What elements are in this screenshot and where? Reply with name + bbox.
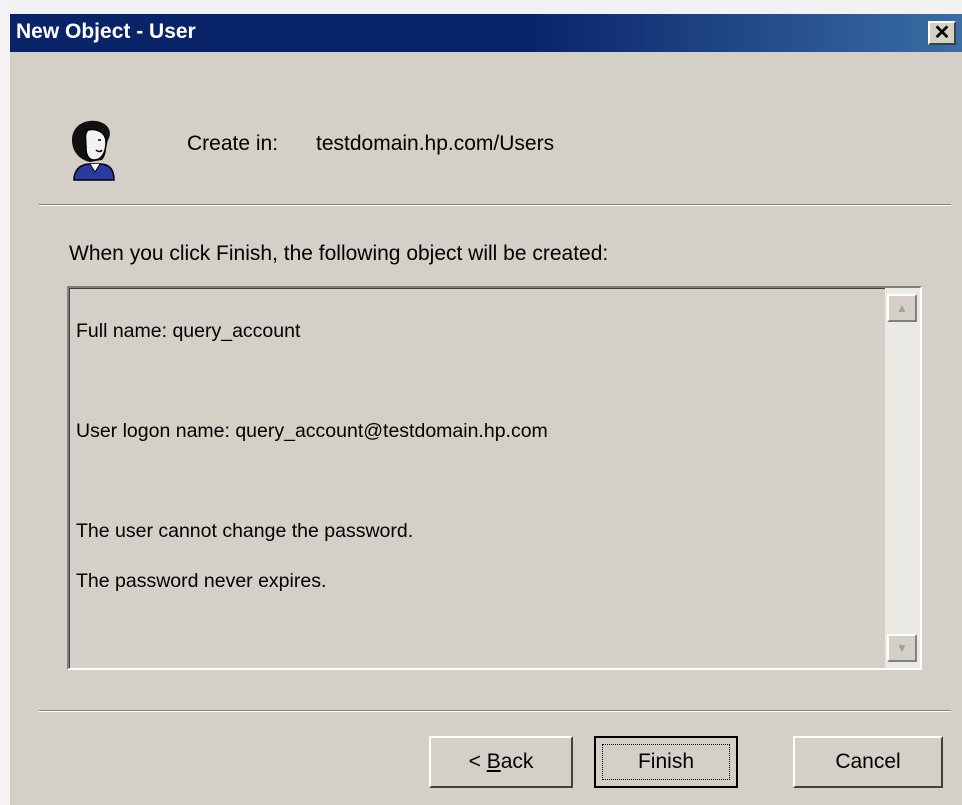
new-object-user-dialog: New Object - User ✕ Create in: testdomai… xyxy=(10,14,962,805)
cancel-button[interactable]: Cancel xyxy=(793,736,943,788)
desktop-top-edge xyxy=(10,0,962,14)
finish-button[interactable]: Finish xyxy=(594,736,738,788)
title-bar[interactable]: New Object - User ✕ xyxy=(10,14,962,52)
user-icon xyxy=(72,120,115,181)
summary-logon-name: User logon name: query_account@testdomai… xyxy=(76,420,548,442)
summary-full-name: Full name: query_account xyxy=(76,320,301,342)
scroll-up-arrow-icon: ▲ xyxy=(896,301,908,315)
summary-spacer xyxy=(76,369,866,394)
cancel-button-label: Cancel xyxy=(835,750,901,773)
back-button-label: ack xyxy=(500,750,534,773)
summary-spacer xyxy=(76,469,866,494)
scroll-up-button[interactable]: ▲ xyxy=(887,294,917,322)
create-in-label: Create in: xyxy=(187,132,279,155)
summary-textbox[interactable]: Full name: query_account User logon name… xyxy=(67,286,922,670)
vertical-scrollbar[interactable]: ▲ ▼ xyxy=(885,288,920,668)
close-icon: ✕ xyxy=(933,22,951,44)
create-in-path: testdomain.hp.com/Users xyxy=(316,132,555,155)
window-title: New Object - User xyxy=(16,20,196,43)
back-button[interactable]: < Back xyxy=(429,736,573,788)
back-button-prefix: < xyxy=(468,750,487,773)
close-button[interactable]: ✕ xyxy=(928,21,956,45)
scroll-down-arrow-icon: ▼ xyxy=(896,641,908,655)
summary-content: Full name: query_account User logon name… xyxy=(76,294,866,619)
header-separator xyxy=(39,204,951,206)
summary-password-expiry: The password never expires. xyxy=(76,570,327,592)
finish-button-label: Finish xyxy=(637,750,695,773)
footer-separator xyxy=(39,710,951,712)
summary-password-change: The user cannot change the password. xyxy=(76,520,414,542)
back-button-accelerator: B xyxy=(486,750,501,773)
intro-text: When you click Finish, the following obj… xyxy=(69,242,609,265)
scroll-down-button[interactable]: ▼ xyxy=(887,634,917,662)
